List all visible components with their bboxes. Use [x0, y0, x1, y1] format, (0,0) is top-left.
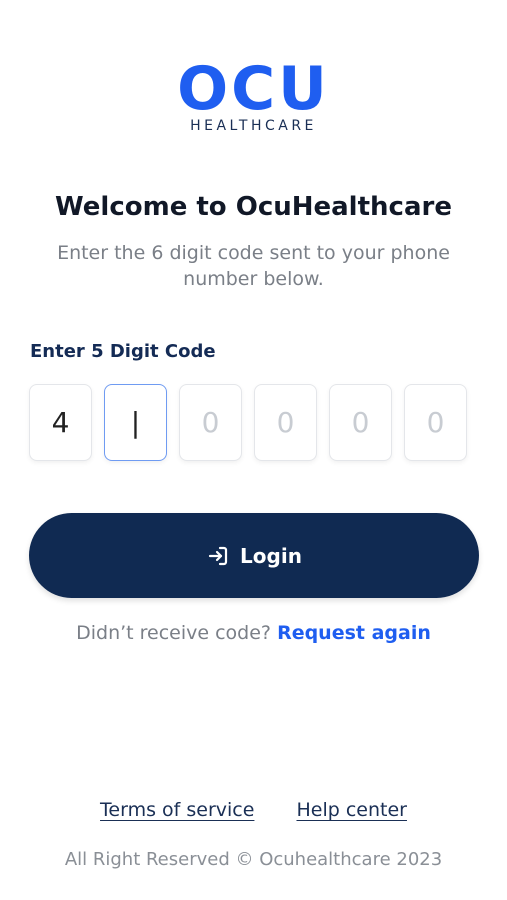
- footer-links: Terms of service Help center: [0, 799, 507, 821]
- code-digit-1[interactable]: 4: [29, 384, 92, 461]
- page-subtitle: Enter the 6 digit code sent to your phon…: [57, 242, 450, 290]
- help-center-link[interactable]: Help center: [296, 799, 406, 821]
- code-input-group: 4 | 0 0 0 0: [29, 384, 467, 461]
- brand-logo: OCU HEALTHCARE: [0, 58, 507, 134]
- request-again-link[interactable]: Request again: [277, 622, 431, 644]
- copyright-text: All Right Reserved © Ocuhealthcare 2023: [64, 849, 443, 870]
- terms-of-service-link[interactable]: Terms of service: [100, 799, 254, 821]
- page-title: Welcome to OcuHealthcare: [55, 192, 452, 222]
- login-button[interactable]: Login: [29, 513, 479, 598]
- resend-row: Didn’t receive code? Request again: [0, 622, 507, 644]
- code-label: Enter 5 Digit Code: [30, 341, 216, 362]
- resend-prompt: Didn’t receive code?: [76, 622, 272, 644]
- code-digit-6[interactable]: 0: [404, 384, 467, 461]
- logo-mark: OCU: [177, 54, 330, 124]
- code-digit-5[interactable]: 0: [329, 384, 392, 461]
- code-digit-2[interactable]: |: [104, 384, 167, 461]
- login-button-label: Login: [240, 543, 302, 568]
- code-digit-3[interactable]: 0: [179, 384, 242, 461]
- code-digit-4[interactable]: 0: [254, 384, 317, 461]
- logo-subtitle: HEALTHCARE: [190, 118, 317, 134]
- login-arrow-icon: [208, 546, 228, 565]
